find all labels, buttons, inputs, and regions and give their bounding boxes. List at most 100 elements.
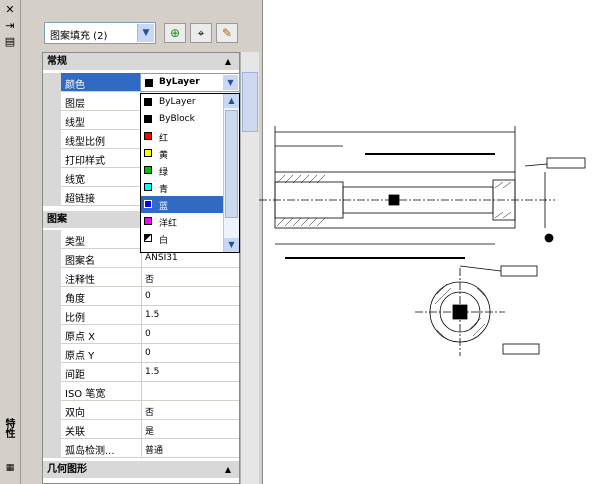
select-objects-icon: ⌖ (197, 26, 205, 40)
section-geometry-header[interactable]: 几何图形 ▲ (43, 461, 239, 478)
row-gutter (43, 268, 61, 287)
color-swatch (144, 132, 152, 140)
property-name: 孤岛检测... (65, 446, 115, 457)
toggle-pickadd-button[interactable]: ⊕ (164, 23, 186, 43)
row-gutter (43, 287, 61, 306)
property-name: 线型比例 (65, 137, 105, 148)
property-value: 否 (145, 408, 155, 418)
dropdown-scrollbar[interactable]: ▲ ▼ (223, 94, 239, 252)
row-gutter (43, 111, 61, 130)
property-name: 线宽 (65, 175, 85, 186)
select-objects-button[interactable]: ⌖ (190, 23, 212, 43)
property-value-cell[interactable]: 是 (141, 420, 239, 438)
property-value: 1.5 (145, 310, 160, 320)
property-value: 是 (145, 427, 155, 437)
section-general-title: 常规 (47, 56, 67, 67)
color-swatch (144, 98, 152, 106)
property-value: ANSI31 (145, 253, 178, 263)
property-row-island-detection[interactable]: 孤岛检测... 普通 (43, 439, 239, 458)
option-label: 蓝 (159, 202, 169, 212)
property-name: 图层 (65, 99, 85, 110)
property-row-associative[interactable]: 关联 是 (43, 420, 239, 439)
property-name: 类型 (65, 237, 85, 248)
collapse-arrow-icon[interactable]: ▲ (225, 461, 231, 478)
property-row-angle[interactable]: 角度 0 (43, 287, 239, 306)
cad-drawing-canvas[interactable] (255, 90, 606, 370)
property-value: 0 (145, 291, 151, 301)
option-label: 红 (159, 134, 169, 144)
chevron-down-icon[interactable]: ▼ (137, 24, 154, 42)
color-option-yellow[interactable]: 黄 (141, 145, 225, 162)
color-option-white[interactable]: 白 (141, 230, 225, 247)
row-gutter (43, 401, 61, 420)
row-gutter (43, 325, 61, 344)
property-name: 线型 (65, 118, 85, 129)
property-value: 0 (145, 329, 151, 339)
menu-icon[interactable]: ▤ (4, 36, 16, 48)
color-option-magenta[interactable]: 洋红 (141, 213, 225, 230)
option-label: 黄 (159, 151, 169, 161)
property-row-iso-pen-width[interactable]: ISO 笔宽 (43, 382, 239, 401)
palette-title-strip[interactable]: ✕ ⇥ ▤ 特性 ▦ (0, 0, 21, 484)
color-swatch (144, 149, 152, 157)
object-selector-dropdown[interactable]: 图案填充 (2) ▼ (44, 22, 156, 44)
property-name: 超链接 (65, 194, 95, 205)
color-option-red[interactable]: 红 (141, 128, 225, 145)
section-general-header[interactable]: 常规 ▲ (43, 53, 239, 70)
option-label: 白 (159, 236, 169, 246)
color-option-blue[interactable]: 蓝 (141, 196, 225, 213)
color-option-byblock[interactable]: ByBlock (141, 111, 225, 128)
property-row-spacing[interactable]: 间距 1.5 (43, 363, 239, 382)
property-value-cell[interactable]: 否 (141, 401, 239, 419)
row-gutter (43, 382, 61, 401)
property-row-annotative[interactable]: 注释性 否 (43, 268, 239, 287)
pin-icon[interactable]: ⇥ (4, 20, 16, 32)
property-name: 颜色 (65, 80, 85, 91)
property-value-cell[interactable]: 0 (141, 325, 239, 343)
chevron-down-icon[interactable]: ▼ (224, 238, 239, 252)
color-option-bylayer[interactable]: ByLayer (141, 94, 225, 111)
property-name: 关联 (65, 427, 85, 438)
collapse-arrow-icon[interactable]: ▲ (225, 53, 231, 70)
toggle-pickadd-icon: ⊕ (169, 26, 181, 40)
properties-icon[interactable]: ▦ (4, 462, 16, 474)
close-icon[interactable]: ✕ (4, 4, 16, 16)
chevron-up-icon[interactable]: ▲ (224, 94, 239, 108)
property-row-origin-y[interactable]: 原点 Y 0 (43, 344, 239, 363)
property-row-scale[interactable]: 比例 1.5 (43, 306, 239, 325)
quick-select-button[interactable]: ✎ (216, 23, 238, 43)
property-value-cell[interactable] (141, 382, 239, 400)
row-gutter (43, 130, 61, 149)
palette-title-text: 特性 (3, 418, 14, 438)
property-value: 普通 (145, 446, 164, 456)
property-name: 打印样式 (65, 156, 105, 167)
property-value-cell[interactable]: 1.5 (141, 306, 239, 324)
tolerance-frame (502, 343, 540, 355)
row-gutter (43, 73, 61, 92)
property-row-double[interactable]: 双向 否 (43, 401, 239, 420)
property-value-cell[interactable]: 否 (141, 268, 239, 286)
property-value: 0 (145, 348, 151, 358)
property-value-cell[interactable]: 普通 (141, 439, 239, 457)
tolerance-frame (546, 157, 586, 169)
property-value-cell[interactable]: 1.5 (141, 363, 239, 381)
color-swatch (144, 217, 152, 225)
property-value-cell[interactable]: 0 (141, 344, 239, 362)
property-value-cell[interactable]: 0 (141, 287, 239, 305)
color-swatch (144, 200, 152, 208)
color-combo[interactable]: ByLayer ▼ (140, 73, 240, 92)
row-gutter (43, 344, 61, 363)
row-gutter (43, 168, 61, 187)
scrollbar-thumb[interactable] (225, 110, 238, 218)
property-row-origin-x[interactable]: 原点 X 0 (43, 325, 239, 344)
chevron-down-icon[interactable]: ▼ (223, 75, 238, 90)
color-option-cyan[interactable]: 青 (141, 179, 225, 196)
property-name: 角度 (65, 294, 85, 305)
property-name: 比例 (65, 313, 85, 324)
properties-palette: ✕ ⇥ ▤ 特性 ▦ 图案填充 (2) ▼ ⊕ ⌖ ✎ 常规 ▲ 颜色 图层 线… (0, 0, 263, 484)
tolerance-frame (500, 265, 538, 277)
color-swatch (144, 234, 152, 242)
row-gutter (43, 230, 61, 249)
color-option-green[interactable]: 绿 (141, 162, 225, 179)
option-label: ByLayer (159, 97, 196, 107)
